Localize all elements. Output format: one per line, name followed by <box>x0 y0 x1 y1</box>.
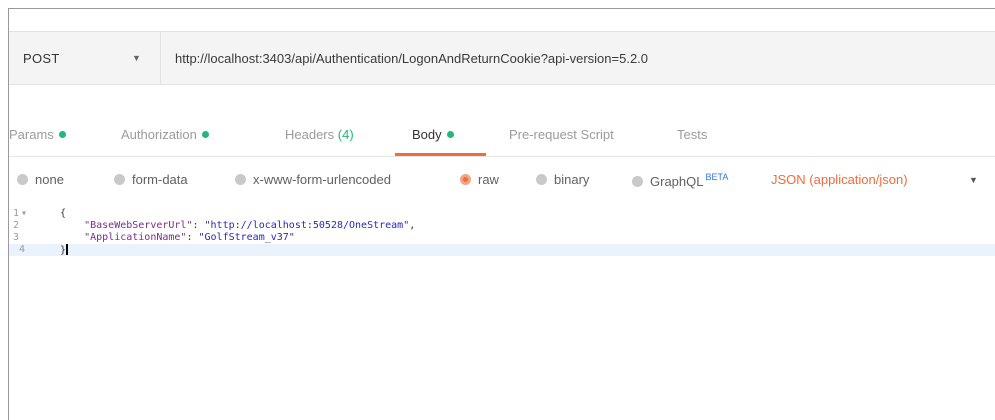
code-text: } <box>60 244 69 256</box>
tab-headers-label: Headers <box>285 127 335 142</box>
status-dot-icon <box>58 131 66 138</box>
url-input[interactable]: http://localhost:3403/api/Authentication… <box>161 51 648 66</box>
radio-binary-label: binary <box>554 172 590 187</box>
json-key: "BaseWebServerUrl" <box>84 220 193 231</box>
active-tab-indicator <box>395 153 486 156</box>
beta-badge: BETA <box>705 172 729 182</box>
tab-body-label: Body <box>412 127 442 142</box>
code-editor[interactable]: 1 ▾ { 2 "BaseWebServerUrl": "http://local… <box>9 202 995 420</box>
status-dot-icon <box>201 131 209 138</box>
radio-urlencoded-label: x-www-form-urlencoded <box>253 172 391 187</box>
tab-pre-request-script-label: Pre-request Script <box>509 127 614 142</box>
radio-off-icon <box>114 174 125 185</box>
fold-toggle-icon[interactable]: ▾ <box>21 208 27 219</box>
tab-params[interactable]: Params <box>9 127 66 142</box>
caret-down-icon[interactable]: ▼ <box>132 53 141 63</box>
radio-raw-label: raw <box>478 172 499 187</box>
json-value: "GolfStream_v37" <box>198 232 295 243</box>
caret-down-icon[interactable]: ▼ <box>969 175 978 185</box>
tab-headers[interactable]: Headers (4) <box>285 127 354 142</box>
line-number: 4 <box>19 244 26 255</box>
radio-binary[interactable]: binary <box>536 172 589 187</box>
content-type-dropdown[interactable]: JSON (application/json) <box>771 172 908 187</box>
method-selector[interactable]: POST ▼ <box>9 32 161 84</box>
postman-window: POST ▼ http://localhost:3403/api/Authent… <box>8 8 995 420</box>
code-text: { <box>60 208 67 219</box>
radio-graphql[interactable]: GraphQL BETA <box>632 172 728 189</box>
radio-off-icon <box>536 174 547 185</box>
editor-line: 1 ▾ { <box>9 208 995 220</box>
json-key: "ApplicationName" <box>84 232 187 243</box>
radio-none-label: none <box>35 172 64 187</box>
text-cursor <box>66 244 69 255</box>
radio-none[interactable]: none <box>17 172 64 187</box>
request-tabs: Params Authorization Headers (4) Body Pr… <box>9 111 995 157</box>
code-text: "ApplicationName": "GolfStream_v37" <box>84 232 295 243</box>
radio-form-data[interactable]: form-data <box>114 172 188 187</box>
method-label: POST <box>23 50 60 66</box>
tab-pre-request-script[interactable]: Pre-request Script <box>509 127 614 142</box>
status-dot-icon <box>446 131 454 138</box>
editor-line-current: 4 } <box>9 244 995 256</box>
tab-params-label: Params <box>9 127 54 142</box>
editor-line: 3 "ApplicationName": "GolfStream_v37" <box>9 232 995 244</box>
radio-graphql-label: GraphQL <box>650 174 704 189</box>
radio-raw[interactable]: raw <box>460 172 499 187</box>
tab-headers-count: (4) <box>337 127 354 142</box>
tab-authorization-label: Authorization <box>121 127 197 142</box>
tab-authorization[interactable]: Authorization <box>121 127 209 142</box>
radio-x-www-form-urlencoded[interactable]: x-www-form-urlencoded <box>235 172 391 187</box>
editor-line: 2 "BaseWebServerUrl": "http://localhost:… <box>9 220 995 232</box>
radio-form-data-label: form-data <box>132 172 188 187</box>
line-number: 3 <box>13 232 20 243</box>
request-bar: POST ▼ http://localhost:3403/api/Authent… <box>9 31 995 85</box>
radio-off-icon <box>235 174 246 185</box>
body-type-options: none form-data x-www-form-urlencoded raw… <box>9 159 995 199</box>
tab-body[interactable]: Body <box>412 127 454 142</box>
tab-tests[interactable]: Tests <box>677 127 707 142</box>
radio-off-icon <box>632 176 643 187</box>
json-value: "http://localhost:50528/OneStream" <box>204 220 410 231</box>
radio-on-icon <box>460 174 471 185</box>
line-number: 1 ▾ <box>13 208 28 219</box>
line-number: 2 <box>13 220 20 231</box>
tab-tests-label: Tests <box>677 127 708 142</box>
radio-off-icon <box>17 174 28 185</box>
code-text: "BaseWebServerUrl": "http://localhost:50… <box>84 220 416 231</box>
